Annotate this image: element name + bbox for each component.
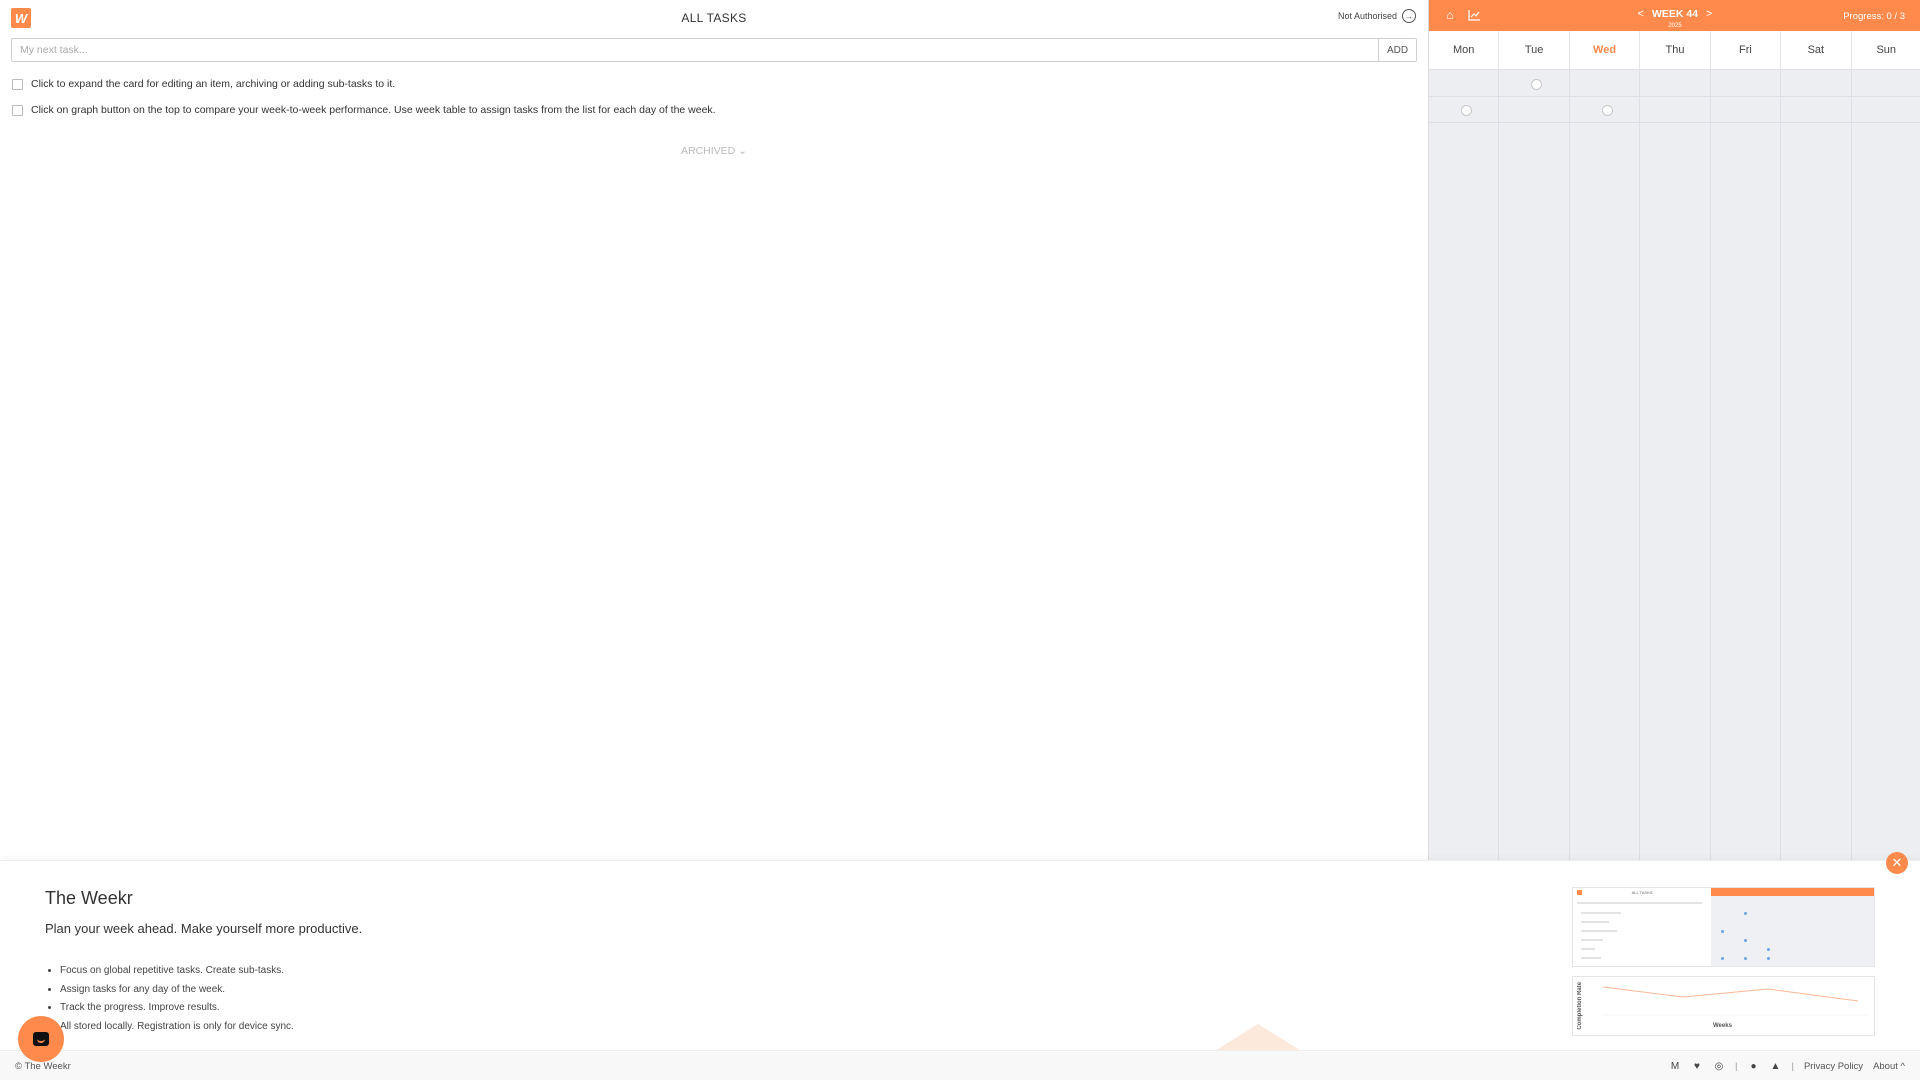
week-label: WEEK 44 [1651, 8, 1699, 20]
page-title: ALL TASKS [681, 11, 747, 25]
auth-label: Not Authorised [1337, 11, 1397, 21]
grid-col-wed [1570, 70, 1641, 860]
grid-col-tue [1499, 70, 1570, 860]
promo-feature: Focus on global repetitive tasks. Create… [60, 962, 294, 981]
week-grid [1429, 70, 1920, 860]
grid-col-thu [1640, 70, 1711, 860]
task-text: Click on graph button on the top to comp… [31, 104, 716, 116]
preview-check-dot [1721, 930, 1724, 933]
auth-button[interactable]: Not Authorised → [1338, 9, 1416, 23]
next-week-chevron-right-icon[interactable]: > [1706, 8, 1712, 20]
day-mon: Mon [1429, 31, 1500, 69]
about-link[interactable]: About ^ [1873, 1061, 1905, 1072]
preview-check-dot [1744, 912, 1747, 915]
preview-chart-xlabel: Weeks [1713, 1023, 1732, 1029]
grid-col-fri [1711, 70, 1782, 860]
app-root: W ALL TASKS Not Authorised → ADD Click t… [0, 0, 1920, 1080]
preview-check-dot [1767, 948, 1770, 951]
archived-toggle[interactable]: ARCHIVED ⌄ [0, 145, 1428, 157]
grid-row-divider [1429, 122, 1920, 123]
task-text: Click to expand the card for editing an … [31, 78, 396, 90]
preview-week-bar [1711, 888, 1874, 896]
day-sun: Sun [1876, 44, 1897, 56]
promo-feature: Assign tasks for any day of the week. [60, 981, 294, 1000]
grid-col-mon [1429, 70, 1500, 860]
task-checkbox[interactable] [12, 78, 23, 90]
preview-input-line [1577, 902, 1702, 904]
promo-title: The Weekr [45, 888, 133, 908]
week-label-row: < WEEK 44 > [1638, 8, 1713, 20]
instagram-icon[interactable]: ◎ [1713, 1060, 1725, 1072]
add-task-form: ADD [11, 38, 1417, 62]
promo-feature-list: Focus on global repetitive tasks. Create… [60, 962, 294, 1036]
assign-day-toggle[interactable] [1461, 105, 1472, 116]
privacy-policy-link[interactable]: Privacy Policy [1804, 1061, 1863, 1072]
preview-week-pane [1711, 888, 1874, 966]
grid-col-sat [1781, 70, 1852, 860]
chat-support-button[interactable] [18, 1016, 64, 1062]
preview-check-dot [1721, 957, 1724, 960]
tasks-panel: W ALL TASKS Not Authorised → ADD Click t… [0, 0, 1428, 860]
day-sat: Sat [1781, 31, 1852, 69]
week-year: 2025 [1668, 23, 1682, 29]
preview-task-line [1581, 957, 1601, 959]
progress-label: Progress: 0 / 3 [1843, 11, 1905, 22]
day-header-row: Mon Tue Wed Thu Fri Sat Sun [1429, 31, 1920, 70]
apple-icon[interactable]: ● [1747, 1060, 1759, 1072]
new-task-input[interactable] [12, 39, 1378, 61]
task-item[interactable]: Click on graph button on the top to comp… [12, 104, 716, 116]
promo-feature: Track the progress. Improve results. [60, 999, 294, 1018]
promo-feature: All stored locally. Registration is only… [60, 1018, 294, 1037]
preview-tasks-pane: ALL TASKS [1573, 888, 1711, 966]
medium-icon[interactable]: M [1669, 1060, 1681, 1072]
footer: © The Weekr M ♥ ◎ | ● ▲ | Privacy Policy… [0, 1050, 1920, 1080]
grid-row-divider [1429, 96, 1920, 97]
twitter-icon[interactable]: ♥ [1691, 1060, 1703, 1072]
day-thu: Thu [1640, 31, 1711, 69]
task-item[interactable]: Click to expand the card for editing an … [12, 78, 395, 90]
preview-task-line [1581, 930, 1617, 932]
week-toolbar: ⌂ < WEEK 44 > 2025 Progress: 0 / 3 [1429, 0, 1920, 31]
promo-subtitle: Plan your week ahead. Make yourself more… [45, 921, 363, 936]
week-panel: ⌂ < WEEK 44 > 2025 Progress: 0 / 3 Mon T… [1428, 0, 1920, 860]
task-checkbox[interactable] [12, 104, 23, 116]
day-tue: Tue [1499, 31, 1570, 69]
preview-task-line [1581, 948, 1595, 950]
app-preview-screenshot: ALL TASKS [1572, 887, 1875, 967]
preview-title: ALL TASKS [1631, 890, 1653, 895]
preview-task-line [1581, 939, 1603, 941]
assign-day-toggle[interactable] [1602, 105, 1613, 116]
decorative-triangle [1213, 1024, 1303, 1050]
preview-check-dot [1744, 957, 1747, 960]
preview-check-dot [1767, 957, 1770, 960]
grid-col-sun [1852, 70, 1920, 860]
login-icon: → [1402, 9, 1416, 23]
day-wed: Wed [1570, 31, 1641, 69]
prev-week-chevron-left-icon[interactable]: < [1638, 8, 1644, 20]
app-preview-chart: Completion Rate Weeks [1572, 976, 1875, 1036]
add-task-button[interactable]: ADD [1378, 39, 1416, 61]
preview-task-line [1581, 921, 1609, 923]
chat-face-icon [33, 1032, 49, 1046]
preview-check-dot [1744, 939, 1747, 942]
footer-separator: | [1735, 1060, 1738, 1072]
copyright: © The Weekr [15, 1061, 71, 1072]
close-promo-button[interactable]: ✕ [1886, 852, 1908, 874]
footer-links: M ♥ ◎ | ● ▲ | Privacy Policy About ^ [1669, 1060, 1905, 1072]
android-icon[interactable]: ▲ [1769, 1060, 1781, 1072]
assign-day-toggle[interactable] [1531, 79, 1542, 90]
footer-separator: | [1791, 1060, 1794, 1072]
promo-banner: The Weekr Plan your week ahead. Make you… [0, 860, 1920, 1050]
day-fri: Fri [1711, 31, 1782, 69]
preview-task-line [1581, 912, 1621, 914]
